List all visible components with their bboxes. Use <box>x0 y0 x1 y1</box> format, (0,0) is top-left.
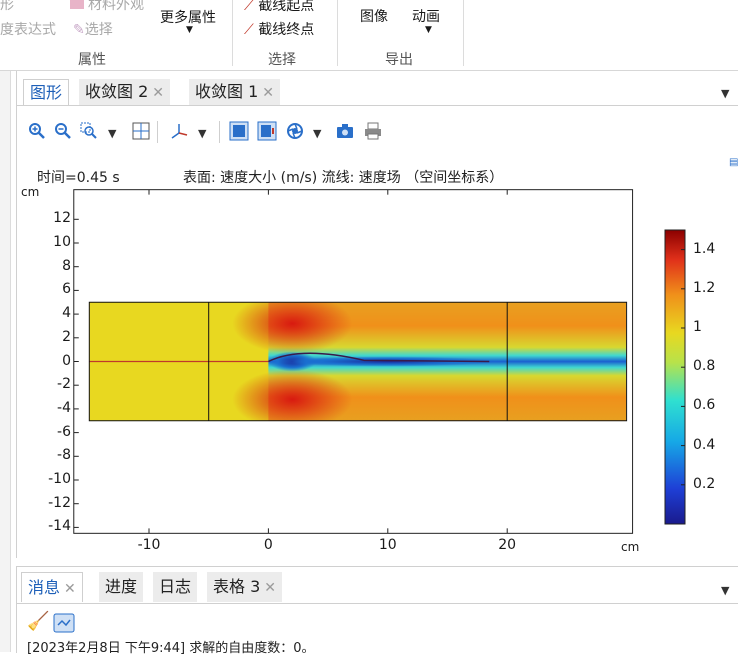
y-unit-label: cm <box>21 185 40 199</box>
tab-log[interactable]: 日志 <box>153 572 198 602</box>
y-tick-label: -14 <box>48 518 71 535</box>
y-tick-label: 2 <box>62 328 71 345</box>
y-tick-label: 12 <box>53 210 71 227</box>
cut-line-icon: ⟋ <box>244 22 254 38</box>
tab-messages[interactable]: 消息 ✕ <box>21 572 83 602</box>
more-properties-button[interactable]: 更多属性 <box>160 7 216 27</box>
y-tick-label: 4 <box>62 305 71 322</box>
colorbar-tick-label: 0.8 <box>693 358 716 375</box>
y-tick-label: -10 <box>48 471 71 487</box>
ribbon: 形 材料外观 度表达式 ✎选择 更多属性 ▼ ⟋ 截线起点 ⟋ 截线终点 图像 … <box>0 0 738 71</box>
ribbon-separator <box>232 0 233 66</box>
cut-line-start-button[interactable]: ⟋ 截线起点 <box>244 0 314 15</box>
y-tick-label: -4 <box>57 399 71 416</box>
y-tick-label: -6 <box>57 423 71 440</box>
colorbar-tick-label: 1.4 <box>693 240 716 257</box>
x-tick-label: -10 <box>137 537 161 553</box>
velocity-field <box>89 302 626 421</box>
y-tick-label: 0 <box>62 352 71 369</box>
group-label-selection: 选择 <box>268 52 296 68</box>
velocity-plot <box>73 189 686 534</box>
material-appearance-button[interactable]: 材料外观 <box>70 0 144 14</box>
y-tick-label: -8 <box>57 447 71 464</box>
x-unit-label: cm <box>621 540 640 554</box>
selection-icon: ✎ <box>73 22 85 38</box>
x-tick-label: 20 <box>498 537 517 553</box>
left-panel-strip <box>0 71 11 652</box>
copy-log-icon[interactable] <box>53 613 75 633</box>
x-tick-label: 0 <box>263 537 273 553</box>
y-tick-label: -12 <box>48 494 71 511</box>
animation-button[interactable]: 动画 <box>412 6 440 26</box>
y-tick-label: 6 <box>62 281 71 298</box>
tab-progress[interactable]: 进度 <box>99 572 144 602</box>
group-label-properties: 属性 <box>78 52 106 68</box>
colorbar-tick-label: 0.2 <box>693 475 716 492</box>
chevron-down-icon[interactable]: ▼ <box>186 25 193 35</box>
ribbon-partial-item[interactable]: 形 <box>0 0 14 14</box>
tab-table-3[interactable]: 表格 3 ✕ <box>207 572 283 602</box>
chevron-down-icon[interactable]: ▼ <box>425 25 432 35</box>
selection-button[interactable]: ✎选择 <box>73 19 113 39</box>
messages-tabbar: 消息 ✕ 进度 日志 表格 3 ✕ ▼ <box>17 566 738 604</box>
colorbar-tick-label: 1 <box>693 319 702 335</box>
close-icon[interactable]: ✕ <box>264 580 276 596</box>
image-export-button[interactable]: 图像 <box>360 6 388 26</box>
y-tick-label: 8 <box>62 257 71 274</box>
log-line: [2023年2月8日 下午9:44] 求解的自由度数：0。 <box>27 641 315 656</box>
group-label-export: 导出 <box>385 52 413 68</box>
ribbon-separator <box>337 0 338 66</box>
graphics-panel: 图形 收敛图 2 ✕ 收敛图 1 ✕ ▼ ▼ ▼ ▼ 时间=0.45 s 表面:… <box>16 71 738 558</box>
ribbon-separator <box>463 0 464 66</box>
colorbar-tick-label: 0.4 <box>693 436 716 453</box>
y-tick-label: -2 <box>57 376 71 393</box>
cut-line-icon: ⟋ <box>244 0 254 14</box>
colorbar-tick-label: 0.6 <box>693 397 716 414</box>
messages-panel: 消息 ✕ 进度 日志 表格 3 ✕ ▼ 🧹 [2023年2月8日 下午9:44] 求… <box>16 566 738 656</box>
colorbar <box>664 229 686 525</box>
expression-button[interactable]: 度表达式 <box>0 19 56 39</box>
cut-line-end-button[interactable]: ⟋ 截线终点 <box>244 19 314 39</box>
x-tick-label: 10 <box>378 537 397 553</box>
chevron-down-icon[interactable]: ▼ <box>721 584 729 597</box>
close-icon[interactable]: ✕ <box>64 581 76 597</box>
clear-icon[interactable]: 🧹 <box>27 611 49 632</box>
colorbar-tick-label: 1.2 <box>693 279 716 296</box>
y-tick-label: 10 <box>53 234 71 250</box>
